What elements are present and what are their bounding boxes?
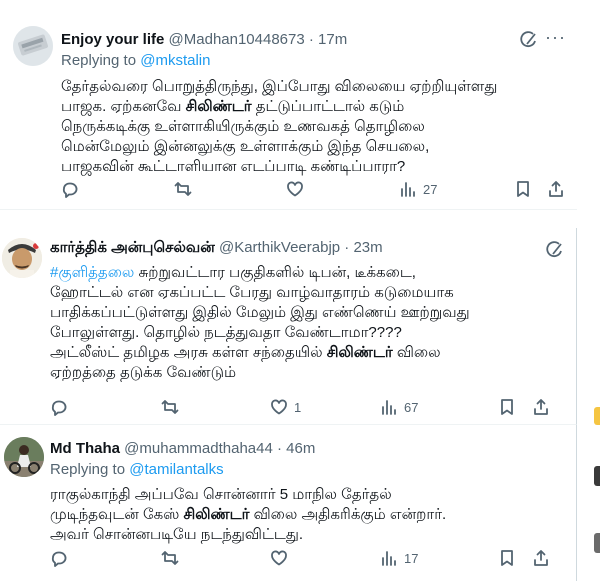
replying-to: Replying to @tamilantalks bbox=[50, 461, 224, 478]
grok-icon[interactable] bbox=[545, 240, 565, 265]
like-icon bbox=[271, 399, 287, 415]
display-name[interactable]: Enjoy your life bbox=[61, 31, 164, 48]
share-button[interactable] bbox=[532, 398, 550, 416]
tweet-header: கார்த்திக் அன்புசெல்வன் @KarthikVeerabjp… bbox=[50, 239, 383, 258]
tweet-2[interactable]: கார்த்திக் அன்புசெல்வன் @KarthikVeerabjp… bbox=[0, 228, 577, 424]
replying-to: Replying to @mkstalin bbox=[61, 52, 211, 69]
display-name[interactable]: Md Thaha bbox=[50, 440, 120, 457]
retweet-icon bbox=[161, 400, 179, 414]
retweet-button[interactable] bbox=[174, 180, 192, 198]
views-button[interactable]: 27 bbox=[399, 180, 437, 198]
highlight-term: சிலிண்டர் bbox=[183, 506, 250, 523]
like-button[interactable] bbox=[270, 549, 288, 567]
retweet-button[interactable] bbox=[161, 398, 179, 416]
replying-handle-link[interactable]: @mkstalin bbox=[140, 52, 210, 69]
avatar[interactable] bbox=[13, 26, 53, 66]
cropped-emoji-icon bbox=[594, 407, 600, 425]
bookmark-button[interactable] bbox=[498, 398, 516, 416]
cropped-avatar-icon bbox=[594, 533, 600, 553]
display-name[interactable]: கார்த்திக் அன்புசெல்வன் bbox=[50, 239, 215, 256]
reply-button[interactable] bbox=[61, 180, 79, 198]
highlight-term: சிலிண்டர் bbox=[326, 344, 393, 361]
share-icon bbox=[534, 399, 548, 415]
tweet-header: Enjoy your life @Madhan10448673 · 17m bbox=[61, 31, 347, 48]
like-button[interactable] bbox=[286, 180, 304, 198]
views-button[interactable]: 17 bbox=[380, 549, 418, 567]
timestamp[interactable]: · 23m bbox=[344, 239, 382, 256]
retweet-button[interactable] bbox=[161, 549, 179, 567]
tweet-actions: 17 bbox=[50, 549, 570, 569]
highlight-term: சிலிண்டர் bbox=[185, 98, 252, 115]
user-handle[interactable]: @Madhan10448673 bbox=[169, 31, 305, 48]
separator bbox=[0, 210, 600, 228]
user-handle[interactable]: @KarthikVeerabjp bbox=[219, 239, 340, 256]
share-icon bbox=[549, 181, 563, 197]
tweet-actions: 27 bbox=[61, 180, 563, 200]
hashtag-link[interactable]: #குளித்தலை bbox=[50, 264, 134, 281]
share-icon bbox=[534, 550, 548, 566]
bookmark-icon bbox=[517, 181, 529, 197]
tweet-text: ராகுல்காந்தி அப்பவே சொன்னார் 5 மாநில தேர… bbox=[50, 486, 447, 543]
reply-button[interactable] bbox=[50, 398, 68, 416]
cropped-avatar-icon bbox=[594, 466, 600, 486]
reply-icon bbox=[62, 182, 78, 198]
reply-button[interactable] bbox=[50, 549, 68, 567]
avatar[interactable] bbox=[4, 437, 44, 477]
tweet-header: Md Thaha @muhammadthaha44 · 46m bbox=[50, 440, 315, 457]
tweet-text: #குளித்தலை சுற்றுவட்டார பகுதிகளில் டிபன்… bbox=[50, 264, 470, 381]
tweet-actions: 1 67 bbox=[50, 398, 570, 418]
tweet-text: தேர்தல்வரை பொறுத்திருந்து, இப்போது விலைய… bbox=[61, 78, 498, 175]
timestamp[interactable]: · 17m bbox=[309, 31, 347, 48]
views-icon bbox=[401, 182, 415, 197]
like-icon bbox=[271, 550, 287, 566]
grok-icon[interactable] bbox=[519, 30, 539, 55]
bookmark-button[interactable] bbox=[514, 180, 532, 198]
replying-handle-link[interactable]: @tamilantalks bbox=[129, 461, 223, 478]
like-button[interactable]: 1 bbox=[270, 398, 301, 416]
avatar[interactable] bbox=[2, 238, 42, 278]
user-handle[interactable]: @muhammadthaha44 bbox=[124, 440, 273, 457]
retweet-icon bbox=[161, 551, 179, 565]
views-icon bbox=[382, 551, 396, 566]
bookmark-icon bbox=[501, 399, 513, 415]
reply-icon bbox=[51, 551, 67, 567]
like-icon bbox=[287, 181, 303, 197]
share-button[interactable] bbox=[532, 549, 550, 567]
share-button[interactable] bbox=[547, 180, 565, 198]
reply-icon bbox=[51, 400, 67, 416]
tweet-1[interactable]: Enjoy your life @Madhan10448673 · 17m ··… bbox=[0, 0, 577, 210]
timestamp[interactable]: · 46m bbox=[277, 440, 315, 457]
more-icon[interactable]: ··· bbox=[545, 27, 566, 48]
tweet-3[interactable]: Md Thaha @muhammadthaha44 · 46m Replying… bbox=[0, 424, 577, 581]
bookmark-icon bbox=[501, 550, 513, 566]
views-icon bbox=[382, 400, 396, 415]
views-button[interactable]: 67 bbox=[380, 398, 418, 416]
retweet-icon bbox=[174, 182, 192, 196]
bookmark-button[interactable] bbox=[498, 549, 516, 567]
